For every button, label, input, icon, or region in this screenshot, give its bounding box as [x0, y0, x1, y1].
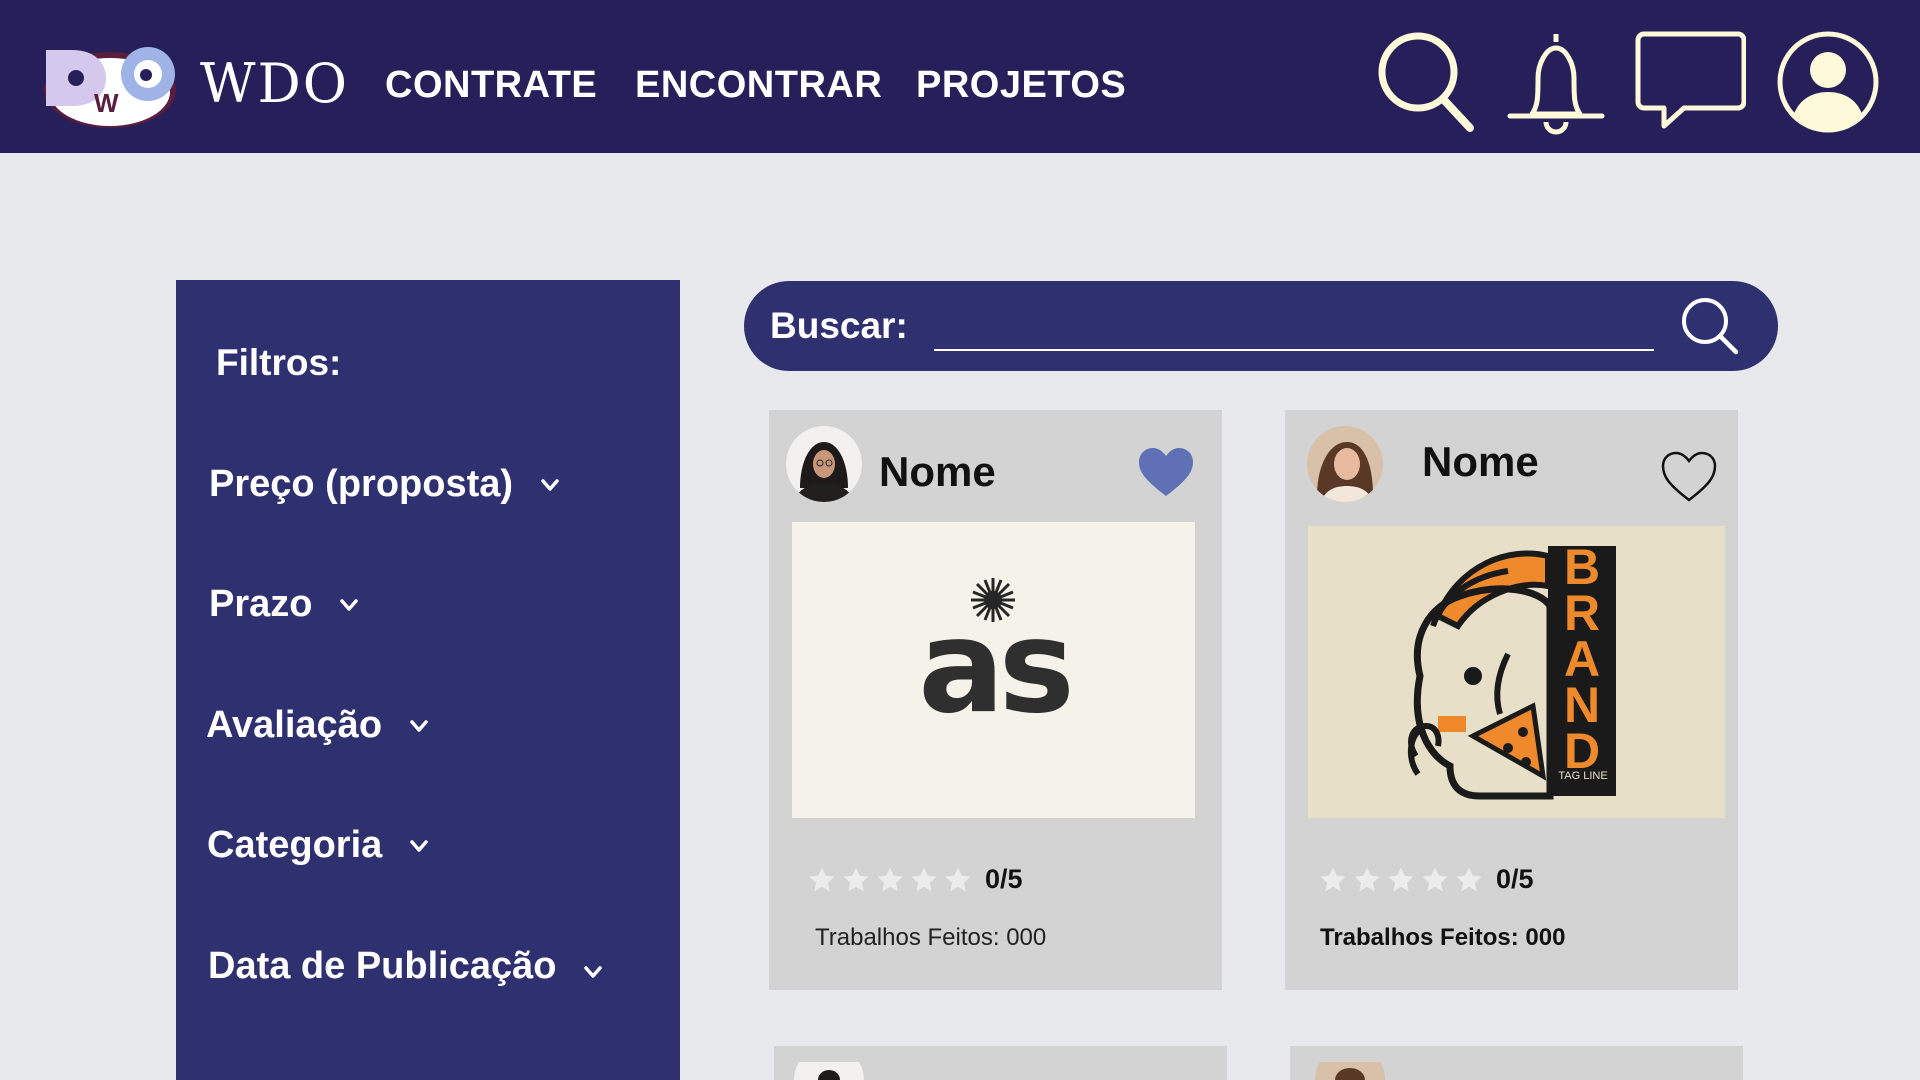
star-icon[interactable]	[807, 865, 837, 895]
brand-illustration-icon	[1407, 546, 1616, 800]
top-navigation-bar: W WDO CONTRATE ENCONTRAR PROJETOS	[0, 0, 1920, 153]
star-icon[interactable]	[943, 865, 973, 895]
chevron-down-icon	[340, 598, 359, 611]
avatar[interactable]	[794, 1062, 864, 1080]
logo-letter-w: W	[94, 88, 119, 118]
star-icon[interactable]	[1454, 865, 1484, 895]
filter-price-label: Preço (proposta)	[209, 463, 514, 505]
heart-filled-icon[interactable]	[1137, 446, 1195, 500]
rating-stars: 0/5	[1318, 864, 1534, 895]
star-icon[interactable]	[909, 865, 939, 895]
freelancer-card[interactable]: Nome as 0/5 Trabalhos Feitos: 000	[769, 410, 1222, 990]
rating-value: 0/5	[985, 864, 1023, 894]
chat-icon[interactable]	[1634, 28, 1746, 136]
filter-category[interactable]: Categoria	[207, 824, 430, 867]
card-name[interactable]: Nome	[1422, 438, 1539, 486]
search-input[interactable]	[934, 307, 1654, 351]
filter-deadline[interactable]: Prazo	[209, 583, 360, 626]
filters-title: Filtros:	[216, 342, 342, 383]
heart-outline-icon[interactable]	[1660, 450, 1718, 504]
star-icon[interactable]	[1352, 865, 1382, 895]
freelancer-card[interactable]: Nome BRAND TAG LINE 0/5 Trabalhos Feitos…	[1285, 410, 1738, 990]
filter-price[interactable]: Preço (proposta)	[209, 463, 561, 506]
filters-panel: Filtros: Preço (proposta) Prazo Avaliaçã…	[176, 280, 680, 1080]
filter-deadline-label: Prazo	[209, 583, 313, 625]
star-icon[interactable]	[1420, 865, 1450, 895]
card-name[interactable]: Nome	[879, 448, 996, 496]
star-icon[interactable]	[1386, 865, 1416, 895]
nav-encontrar[interactable]: ENCONTRAR	[635, 64, 882, 107]
freelancer-card[interactable]	[1290, 1046, 1743, 1080]
rating-value: 0/5	[1496, 864, 1534, 894]
brand-name[interactable]: WDO	[200, 52, 349, 115]
search-icon[interactable]	[1372, 28, 1480, 136]
star-icon[interactable]	[841, 865, 871, 895]
search-icon[interactable]	[1676, 292, 1744, 360]
filter-publication-date-label: Data de Publicação	[208, 945, 557, 987]
filter-category-label: Categoria	[207, 824, 383, 866]
jobs-done: Trabalhos Feitos: 000	[815, 924, 1047, 951]
search-bar: Buscar:	[744, 281, 1778, 371]
filter-rating-label: Avaliação	[206, 704, 383, 746]
portfolio-thumbnail[interactable]: as	[792, 522, 1195, 818]
nav-projetos[interactable]: PROJETOS	[916, 64, 1126, 107]
rating-stars: 0/5	[807, 864, 1023, 895]
avatar[interactable]	[786, 426, 862, 502]
chevron-down-icon	[584, 965, 603, 978]
avatar[interactable]	[1315, 1062, 1385, 1080]
avatar[interactable]	[1307, 426, 1383, 502]
star-icon[interactable]	[1318, 865, 1348, 895]
thumbnail-tagline: TAG LINE	[1558, 770, 1608, 782]
star-icon[interactable]	[875, 865, 905, 895]
chevron-down-icon	[410, 719, 428, 732]
nav-contrate[interactable]: CONTRATE	[385, 64, 597, 107]
portfolio-thumbnail[interactable]: BRAND TAG LINE	[1308, 526, 1725, 818]
chevron-down-icon	[410, 839, 429, 852]
thumbnail-brand-text: BRAND	[1563, 539, 1601, 779]
bell-icon[interactable]	[1502, 28, 1610, 136]
freelancer-card[interactable]	[774, 1046, 1227, 1080]
filter-publication-date[interactable]: Data de Publicação	[208, 945, 604, 988]
filter-rating[interactable]: Avaliação	[206, 704, 430, 747]
user-icon[interactable]	[1776, 28, 1880, 136]
wdo-logo[interactable]: W	[38, 42, 188, 132]
chevron-down-icon	[541, 478, 559, 491]
jobs-done: Trabalhos Feitos: 000	[1320, 924, 1566, 951]
thumbnail-logo-text: as	[918, 593, 1075, 742]
search-label: Buscar:	[770, 305, 908, 346]
